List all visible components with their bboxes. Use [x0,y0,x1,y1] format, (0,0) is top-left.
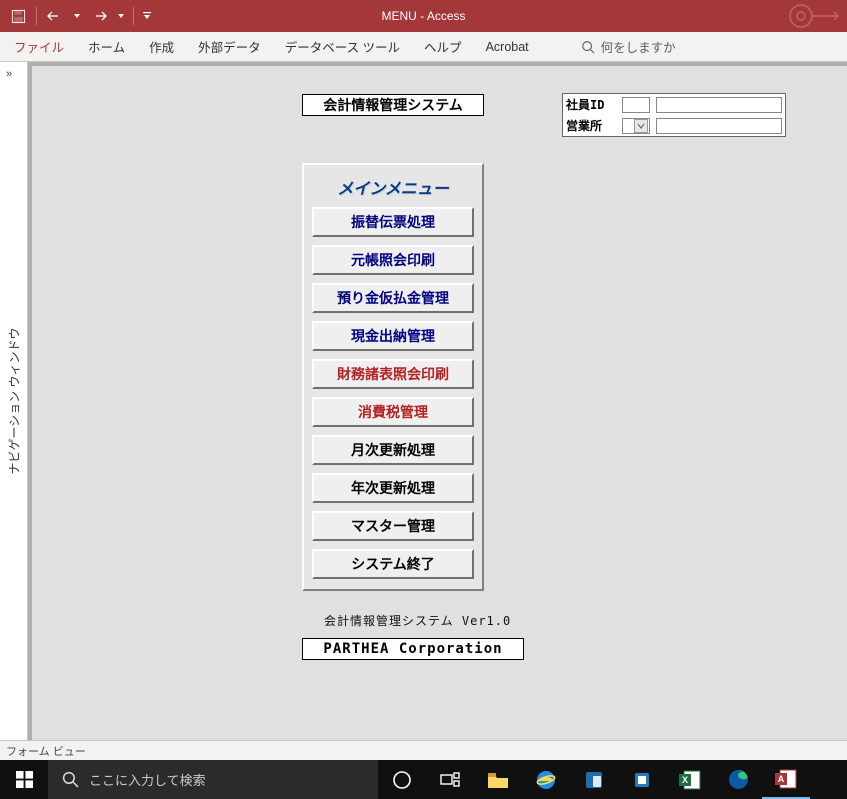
taskbar-search-placeholder: ここに入力して検索 [89,770,206,789]
employee-id-input[interactable] [656,97,782,113]
start-button[interactable] [0,760,48,799]
ribbon-tabs: ファイル ホーム 作成 外部データ データベース ツール ヘルプ Acrobat… [0,32,847,62]
menu-btn-exit-system[interactable]: システム終了 [312,549,474,579]
tab-file[interactable]: ファイル [0,32,76,61]
excel-icon[interactable]: X [666,760,714,799]
cortana-icon[interactable] [378,760,426,799]
quick-access-toolbar [0,4,154,28]
main-menu-panel: メインメニュー 振替伝票処理 元帳照会印刷 預り金仮払金管理 現金出納管理 財務… [302,163,484,591]
coming-soon-icon [785,2,839,30]
edge-icon[interactable] [714,760,762,799]
company-box: PARTHEA Corporation [302,638,524,660]
file-explorer-icon[interactable] [474,760,522,799]
taskbar-icons: X A [378,760,810,799]
menu-btn-monthly-update[interactable]: 月次更新処理 [312,435,474,465]
task-view-icon[interactable] [426,760,474,799]
access-title-bar: MENU - Access [0,0,847,32]
office-label: 営業所 [563,115,619,136]
status-bar: フォーム ビュー [0,740,847,760]
save-icon[interactable] [6,4,30,28]
qat-customize-icon[interactable] [140,4,154,28]
redo-dropdown-icon[interactable] [115,4,127,28]
menu-btn-deposit-advance[interactable]: 預り金仮払金管理 [312,283,474,313]
access-taskbar-icon[interactable]: A [762,760,810,799]
menu-btn-master-mgmt[interactable]: マスター管理 [312,511,474,541]
window-title: MENU - Access [381,9,465,23]
office-name-input[interactable] [656,118,782,134]
search-icon [581,40,595,54]
header-fields-panel: 社員ID 営業所 [562,93,786,137]
internet-explorer-icon[interactable] [522,760,570,799]
undo-dropdown-icon[interactable] [71,4,83,28]
tell-me-placeholder: 何をしますか [601,37,676,56]
taskbar-app-1-icon[interactable] [570,760,618,799]
form-canvas: 会計情報管理システム 社員ID 営業所 [28,62,847,740]
expand-chevron-icon: » [6,68,12,80]
tab-home[interactable]: ホーム [76,32,137,61]
navigation-pane-label: ナビゲーション ウィンドウ [5,327,22,474]
qat-separator-2 [133,7,134,25]
taskbar-app-2-icon[interactable] [618,760,666,799]
svg-text:X: X [682,775,688,785]
undo-icon[interactable] [43,4,67,28]
system-title-box: 会計情報管理システム [302,94,484,116]
office-combo[interactable] [622,118,650,134]
tab-help[interactable]: ヘルプ [412,32,474,61]
tab-dbtools[interactable]: データベース ツール [273,32,412,61]
menu-btn-cash-mgmt[interactable]: 現金出納管理 [312,321,474,351]
menu-btn-financial-print[interactable]: 財務諸表照会印刷 [312,359,474,389]
menu-btn-tax-mgmt[interactable]: 消費税管理 [312,397,474,427]
tab-externaldata[interactable]: 外部データ [186,32,273,61]
search-icon [62,771,79,788]
taskbar-search[interactable]: ここに入力して検索 [48,760,378,799]
redo-icon[interactable] [87,4,111,28]
status-view-mode: フォーム ビュー [6,743,86,759]
qat-separator [36,7,37,25]
windows-logo-icon [16,771,33,788]
menu-btn-ledger-print[interactable]: 元帳照会印刷 [312,245,474,275]
employee-id-label: 社員ID [563,94,619,115]
navigation-pane-collapsed[interactable]: » ナビゲーション ウィンドウ [0,62,28,740]
svg-text:A: A [778,774,785,784]
tell-me-search[interactable]: 何をしますか [581,37,676,56]
employee-id-small-input[interactable] [622,97,650,113]
tab-create[interactable]: 作成 [137,32,186,61]
tab-acrobat[interactable]: Acrobat [474,32,541,61]
main-menu-title: メインメニュー [312,171,474,207]
workspace: » ナビゲーション ウィンドウ 会計情報管理システム 社員ID 営業所 [0,62,847,740]
chevron-down-icon [634,119,648,133]
windows-taskbar: ここに入力して検索 X A [0,760,847,799]
menu-btn-transfer-slip[interactable]: 振替伝票処理 [312,207,474,237]
menu-btn-yearly-update[interactable]: 年次更新処理 [312,473,474,503]
version-text: 会計情報管理システム Ver1.0 [324,612,511,629]
